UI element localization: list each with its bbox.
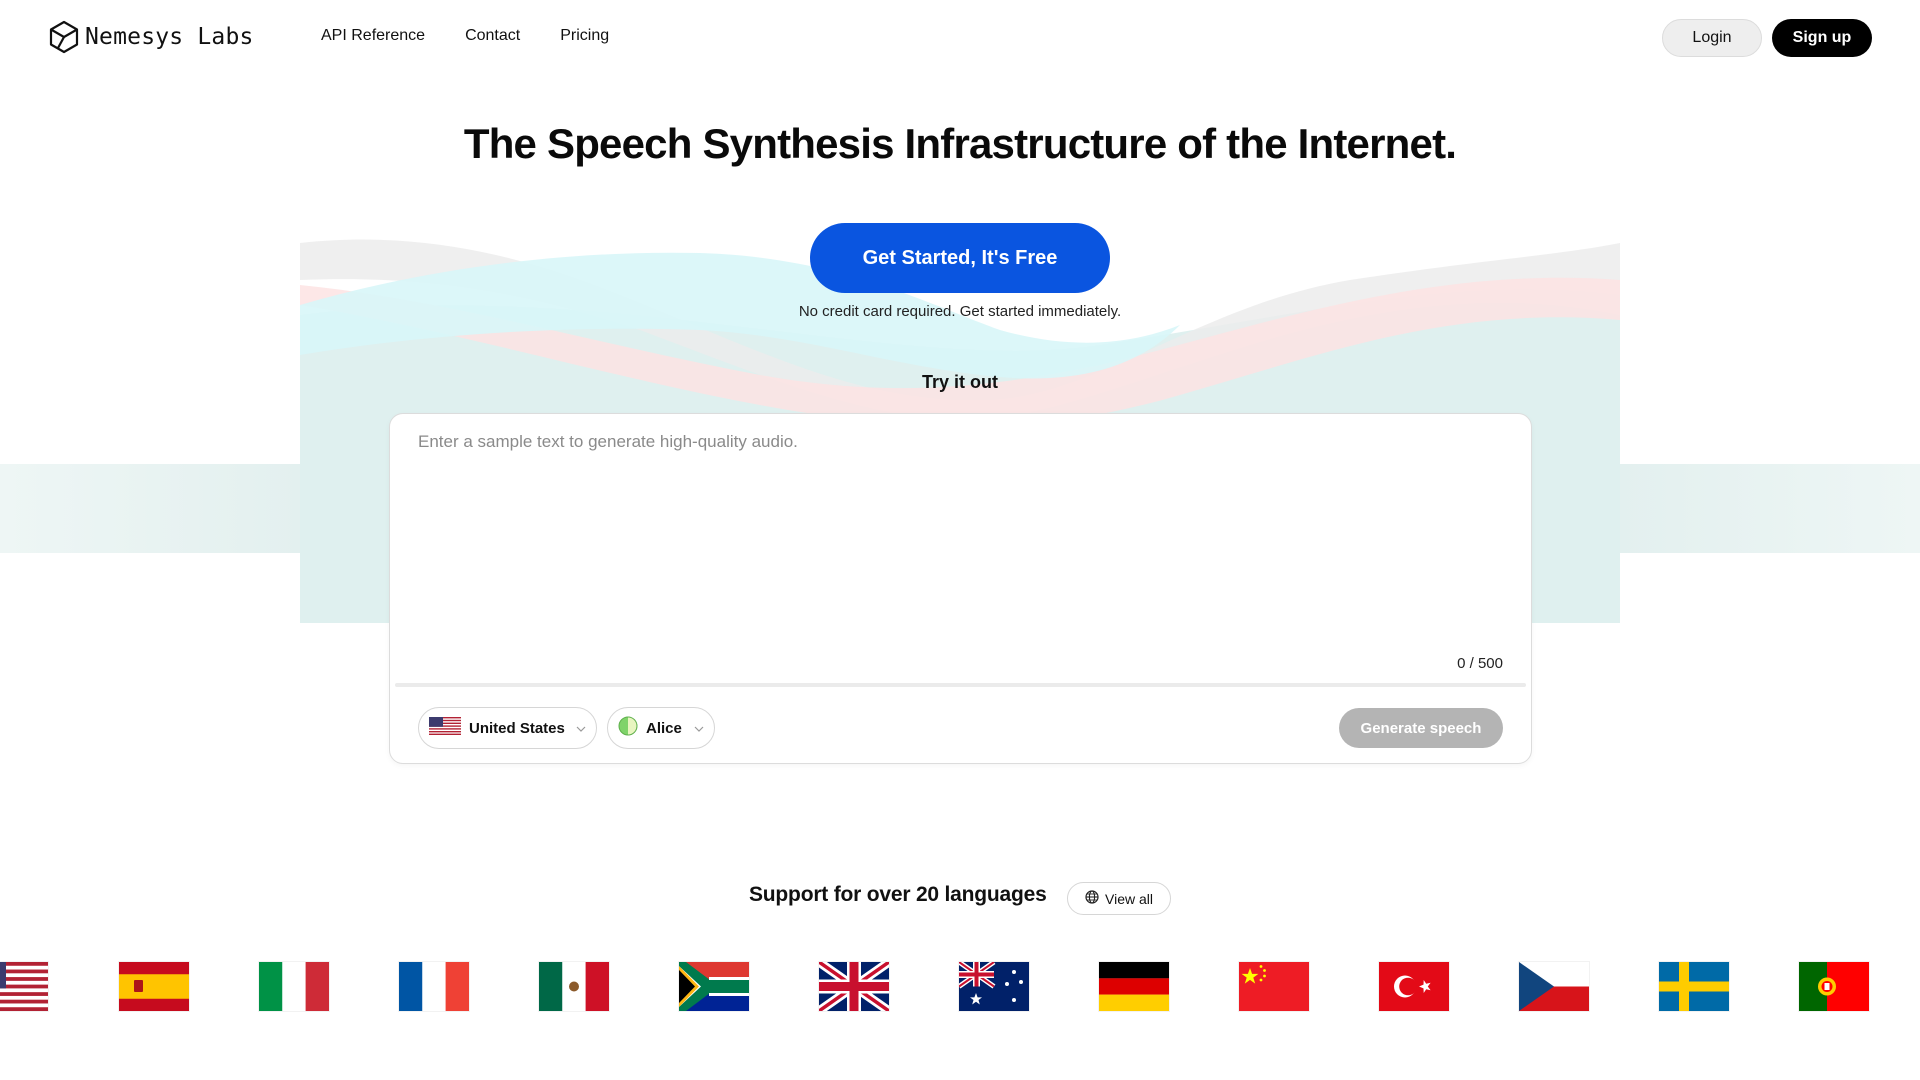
voice-avatar-icon [618,716,638,741]
top-navigation-bar: Nemesys Labs API Reference Contact Prici… [0,0,1920,74]
sample-text-input[interactable] [418,432,1498,612]
flag-turkey-icon [1379,962,1449,1011]
flag-germany-icon [1099,962,1169,1011]
flag-czech-republic-icon [1519,962,1589,1011]
flag-united-states-icon [0,962,48,1011]
nav-contact[interactable]: Contact [465,27,520,45]
get-started-button[interactable]: Get Started, It's Free [810,223,1110,293]
flag-united-kingdom-icon [819,962,889,1011]
main-nav: API Reference Contact Pricing [321,27,609,45]
auth-buttons: Login Sign up [1662,19,1872,57]
flag-france-icon [399,962,469,1011]
character-counter: 0 / 500 [1457,655,1503,672]
us-flag-icon [429,716,461,740]
country-select[interactable]: United States [418,707,597,749]
flag-china-icon [1239,962,1309,1011]
nav-api-reference[interactable]: API Reference [321,27,425,45]
view-all-languages-button[interactable]: View all [1067,882,1171,915]
voice-select[interactable]: Alice [607,707,715,749]
hexagon-cube-icon [47,20,81,54]
view-all-label: View all [1105,890,1153,907]
nav-pricing[interactable]: Pricing [560,27,609,45]
card-divider [395,683,1526,687]
page-title: The Speech Synthesis Infrastructure of t… [463,120,1457,167]
country-label: United States [469,719,565,737]
flag-italy-icon [259,962,329,1011]
tts-demo-card: 0 / 500 United States [389,413,1532,764]
flag-south-africa-icon [679,962,749,1011]
flag-sweden-icon [1659,962,1729,1011]
flag-spain-icon [119,962,189,1011]
login-button[interactable]: Login [1662,19,1762,57]
brand-logo[interactable]: Nemesys Labs [47,20,254,54]
languages-title: Support for over 20 languages [749,883,1047,906]
globe-icon [1085,890,1099,907]
signup-button[interactable]: Sign up [1772,19,1872,57]
flag-portugal-icon [1799,962,1869,1011]
flag-mexico-icon [539,962,609,1011]
flag-australia-icon [959,962,1029,1011]
chevron-down-icon [576,719,586,737]
cta-note: No credit card required. Get started imm… [798,303,1122,320]
voice-label: Alice [646,719,682,737]
generate-speech-button[interactable]: Generate speech [1339,708,1503,748]
brand-name: Nemesys Labs [85,24,254,50]
chevron-down-icon [694,719,704,737]
try-it-out-label: Try it out [922,372,998,392]
